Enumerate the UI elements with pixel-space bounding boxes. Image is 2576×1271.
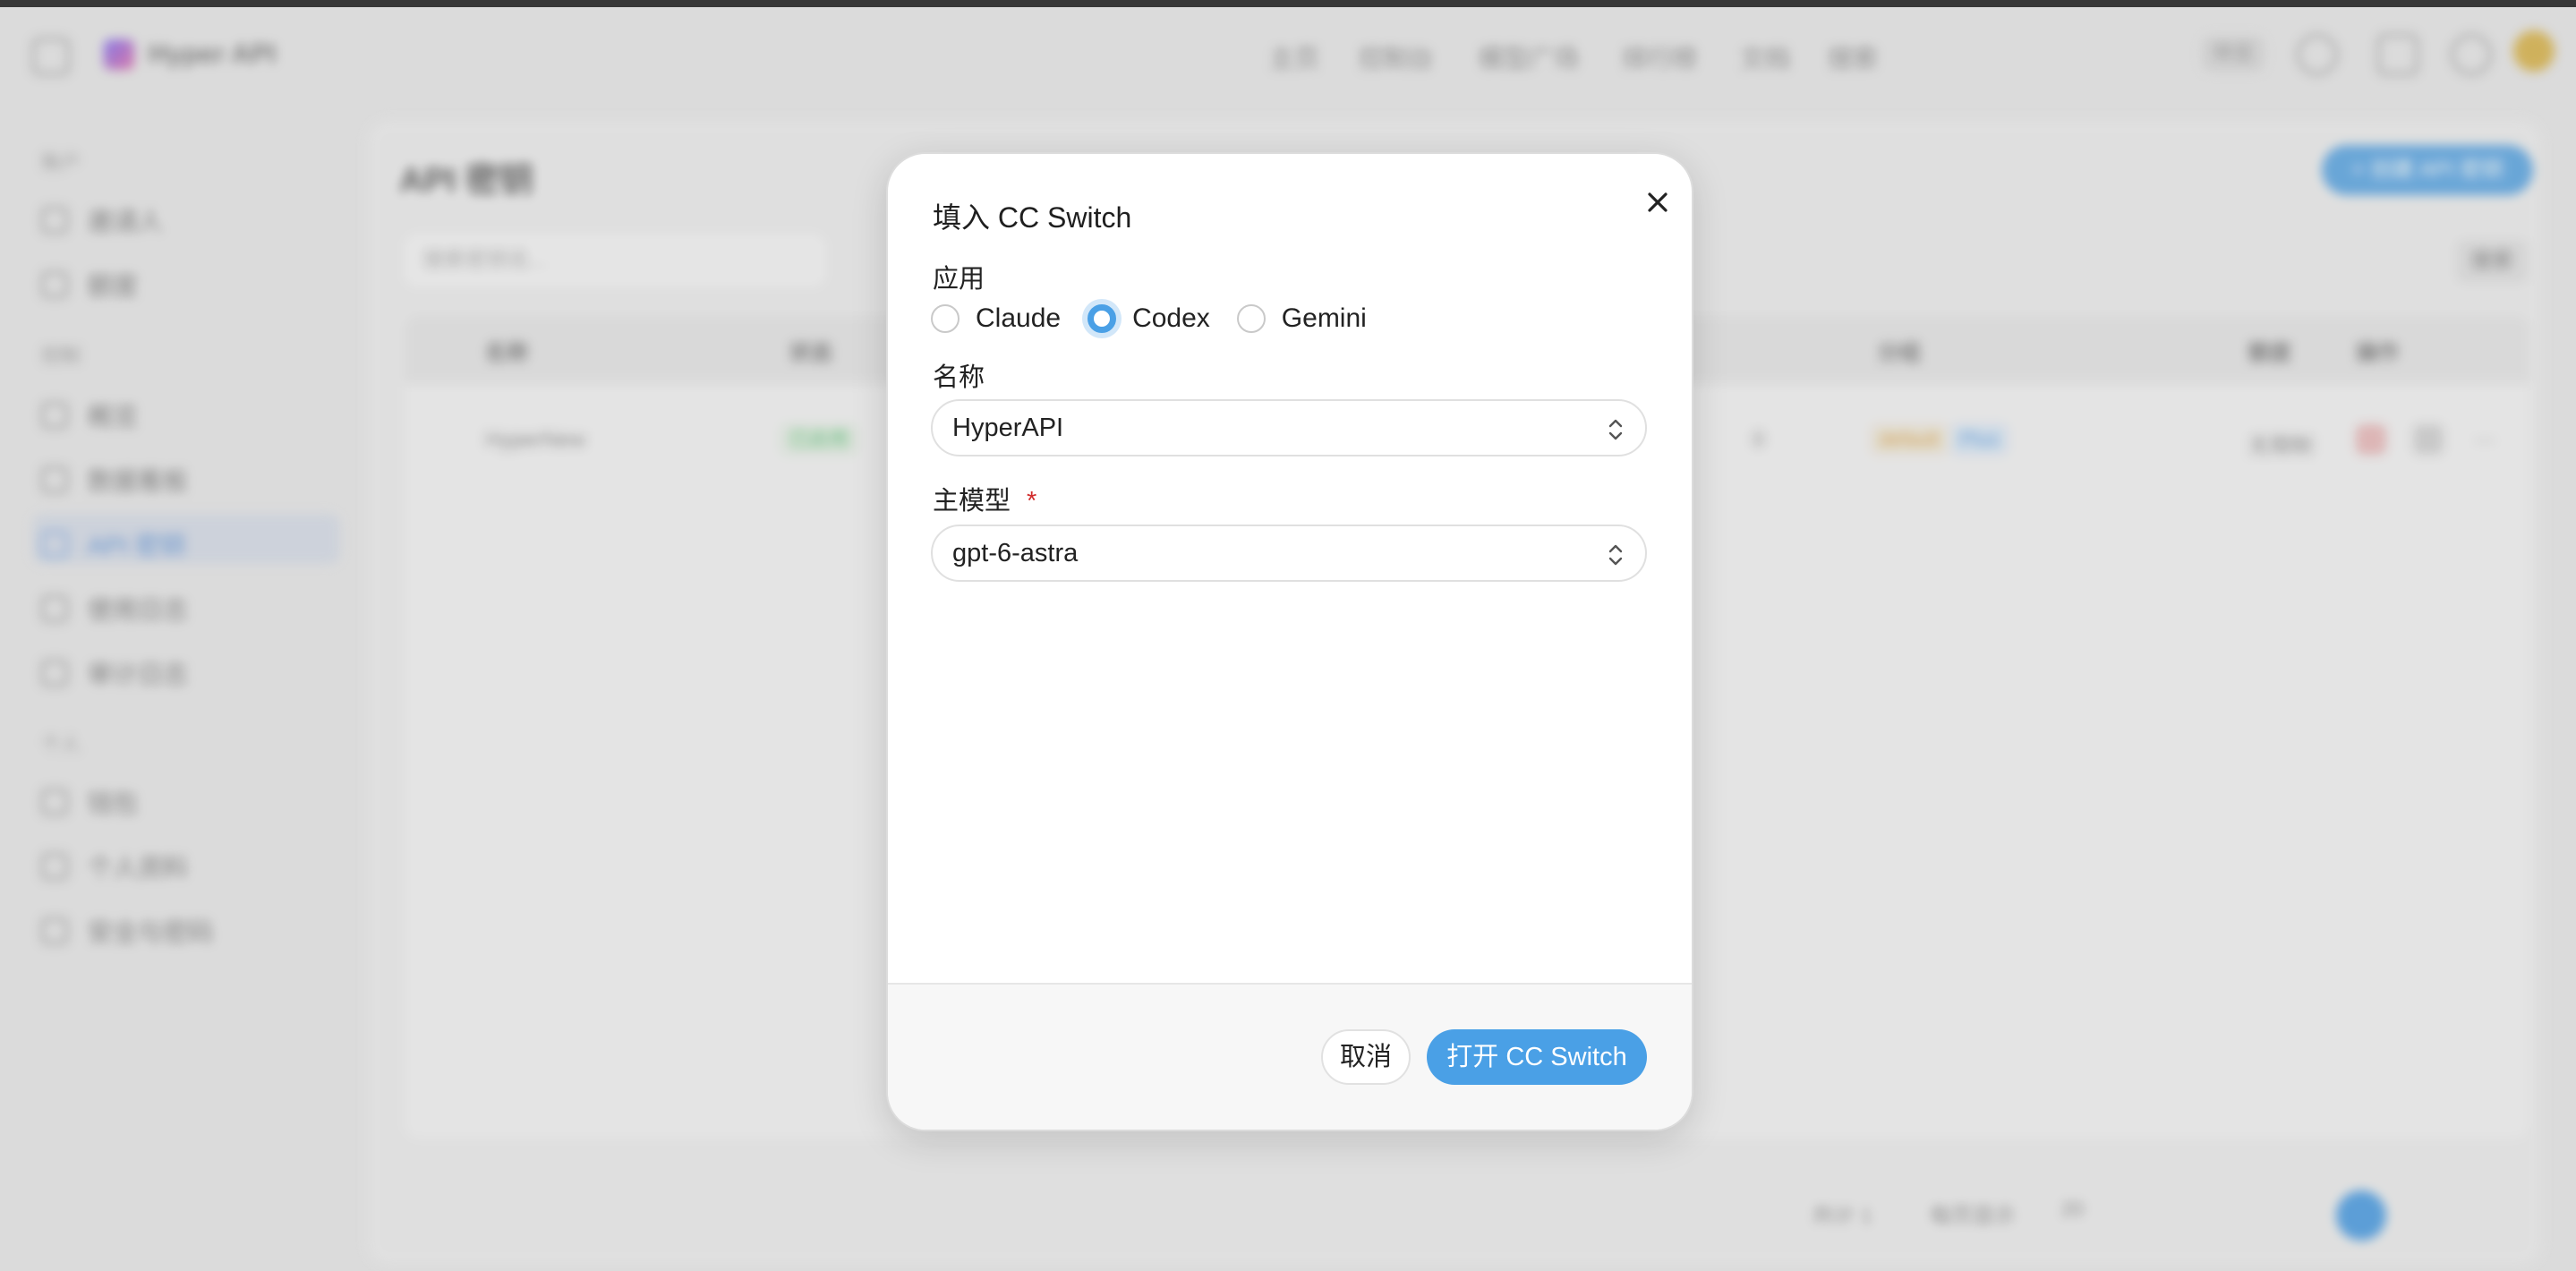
dialog-title: 填入 CC Switch — [933, 201, 1132, 234]
radio-gemini[interactable]: Gemini — [1236, 303, 1367, 334]
chevron-updown-icon — [1608, 544, 1623, 566]
model-select[interactable]: gpt-6-astra — [931, 525, 1647, 582]
required-mark: * — [1027, 487, 1037, 516]
radio-claude-label[interactable]: Claude — [976, 303, 1061, 334]
radio-codex-circle[interactable] — [1088, 304, 1117, 333]
close-icon[interactable] — [1638, 183, 1677, 222]
app-label: 应用 — [933, 265, 985, 294]
app-radio-group: Claude Codex Gemini — [931, 299, 1394, 338]
dialog-footer: 取消 打开 CC Switch — [888, 983, 1692, 1130]
cc-switch-dialog: 填入 CC Switch 应用 Claude Codex Gemini 名称 H… — [886, 152, 1693, 1131]
chevron-updown-icon — [1608, 419, 1623, 440]
model-select-value: gpt-6-astra — [952, 538, 1079, 567]
radio-claude[interactable]: Claude — [931, 303, 1061, 334]
cancel-button[interactable]: 取消 — [1321, 1029, 1411, 1085]
radio-codex[interactable]: Codex — [1088, 303, 1210, 334]
name-label: 名称 — [933, 363, 985, 392]
name-select[interactable]: HyperAPI — [931, 399, 1647, 456]
radio-gemini-circle[interactable] — [1236, 304, 1266, 333]
radio-codex-label[interactable]: Codex — [1132, 303, 1210, 334]
model-label: 主模型 * — [933, 487, 1037, 516]
open-cc-switch-button[interactable]: 打开 CC Switch — [1427, 1029, 1647, 1085]
name-select-value: HyperAPI — [952, 413, 1064, 442]
radio-claude-circle[interactable] — [931, 304, 960, 333]
radio-gemini-label[interactable]: Gemini — [1282, 303, 1367, 334]
